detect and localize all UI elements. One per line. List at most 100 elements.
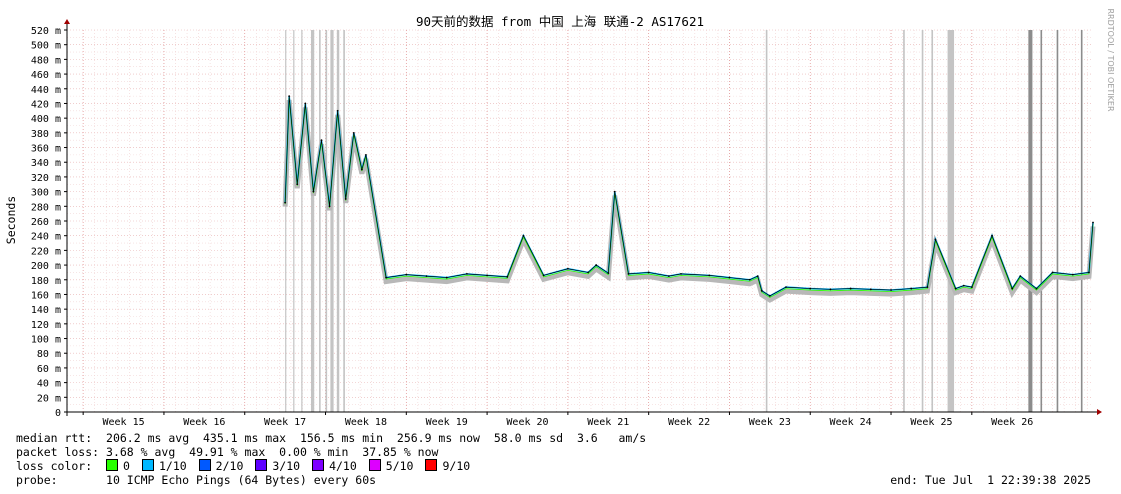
rtt-point [607,272,610,275]
loss-color-swatch [106,459,119,471]
y-tick-label: 40 m [37,379,61,390]
rtt-point [756,275,759,277]
x-tick-label: Week 23 [749,417,791,428]
rtt-point [890,289,892,291]
rtt-point [1092,221,1094,224]
rtt-label: median rtt: [16,431,93,445]
loss-color-row: loss color: 0 1/10 2/10 3/10 4/10 5/10 9/10 [16,459,482,473]
loss-shade-band [1080,30,1083,412]
y-tick-label: 260 m [31,217,61,228]
rtt-avg: 206.2 ms avg [106,431,190,445]
rtt-point [336,109,339,112]
probe-label: probe: [16,473,58,487]
rtt-point [1071,273,1074,276]
loss-shade-band [1040,30,1043,412]
rtt-smoke-band [282,99,1096,303]
x-tick-label: Week 18 [345,417,387,428]
rtt-point [445,276,448,279]
loss-shade-band [336,30,340,412]
loss-shade-band [765,30,768,412]
rtt-point [542,274,545,277]
rtt-point [760,289,763,292]
loss-shading [285,30,1083,412]
rtt-ams: 3.6 am/s [576,431,647,445]
loss-shade-band [903,30,905,412]
loss-shade-band [319,30,321,412]
rtt-point [926,286,929,289]
probe-row: probe: 10 ICMP Echo Pings (64 Bytes) eve… [16,473,376,487]
loss-shade-band [301,30,303,412]
grid [67,29,1093,413]
x-tick-label: Week 25 [910,417,952,428]
rtt-point [312,190,315,193]
rtt-point [970,286,973,289]
y-tick-label: 120 m [31,320,61,331]
y-tick-label: 320 m [31,173,61,184]
rtt-point [522,234,525,237]
loss-shade-band [1028,30,1033,412]
rtt-point [613,190,616,193]
rtt-point [809,287,812,290]
y-tick-label: 520 m [31,26,61,37]
rtt-point [284,201,287,204]
rtt-point [934,238,937,241]
x-tick-label: Week 22 [668,417,710,428]
loss-color-item: 3/10 [255,459,300,473]
rtt-point [425,275,428,277]
loss-color-label-text: 4/10 [329,459,357,473]
y-axis-arrow [64,19,70,24]
chart-title: 90天前的数据 from 中国 上海 联通-2 AS17621 [416,14,704,29]
y-tick-label: 20 m [37,393,61,404]
rtt-point [768,295,771,297]
y-tick-label: 0 [55,408,61,419]
loss-shade-band [947,30,955,412]
loss-color-item: 5/10 [368,459,414,473]
rtt-point [785,286,787,289]
rtt-point [595,264,598,266]
y-tick-label: 240 m [31,232,61,243]
loss-color-item: 0 [106,459,130,473]
rtt-point [627,272,630,275]
rtt-series [284,95,1094,298]
loss-color-label-text: 5/10 [385,459,414,473]
loss-shade-band [310,30,315,412]
rtt-point [506,275,509,278]
rtt-point [708,274,711,277]
rtt-point [360,168,363,171]
loss-color-label-text: 1/10 [158,459,187,473]
loss-color-swatch [425,459,438,471]
loss-color-swatch [141,459,154,471]
rtt-point [667,275,670,277]
x-tick-label: Week 26 [991,417,1033,428]
loss-color-swatch [198,459,211,471]
y-tick-label: 300 m [31,188,61,199]
rtt-point [1019,275,1022,277]
x-tick-label: Week 24 [830,417,872,428]
loss-color-label-text: 0 [123,459,130,473]
x-tick-label: Week 20 [506,417,548,428]
y-tick-label: 160 m [31,290,61,301]
x-tick-label: Week 19 [426,417,468,428]
rtt-min: 156.5 ms min [299,431,384,445]
y-tick-label: 460 m [31,70,61,81]
rtt-point [288,95,291,98]
loss-color-swatch [255,459,268,471]
rtt-max: 435.1 ms max [202,431,287,445]
rtt-point [728,276,731,279]
loss-color-swatch [368,459,381,471]
x-axis-arrow [1097,409,1102,415]
y-tick-label: 360 m [31,144,61,155]
rtt-sd: 58.0 ms sd [493,431,564,445]
loss-avg: 3.68 % avg [106,445,176,459]
rtt-point [1035,287,1038,290]
loss-shade-band [285,30,287,412]
rtt-point [1088,271,1090,274]
y-tick-label: 480 m [31,55,61,66]
rtt-now: 256.9 ms now [396,431,480,445]
y-tick-labels: 0 20 m 40 m 60 m 80 m 100 m 120 m 140 m 160 m 180… [31,26,61,419]
y-tick-label: 200 m [31,261,61,272]
rtt-point [1051,271,1054,274]
y-tick-label: 280 m [31,202,61,213]
loss-color-item: 2/10 [198,459,243,473]
loss-shade-band [330,30,334,412]
